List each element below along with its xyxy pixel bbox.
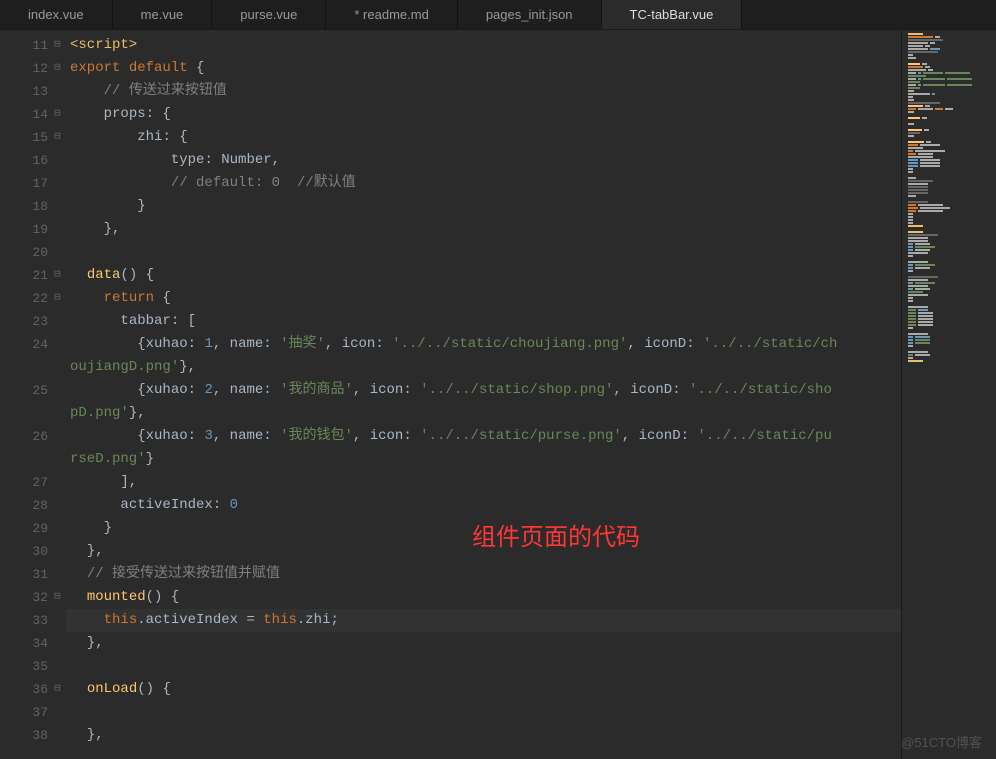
code-line[interactable]: {xuhao: 1, name: '抽奖', icon: '../../stat… — [66, 333, 901, 356]
code-editor[interactable]: 1112131415161718192021222324252627282930… — [0, 30, 901, 759]
fold-gutter[interactable]: ⊟⊟⊟⊟⊟⊟⊟⊟ — [54, 30, 66, 759]
code-line[interactable]: mounted() { — [66, 586, 901, 609]
code-line[interactable]: <script> — [66, 34, 901, 57]
tab[interactable]: TC-tabBar.vue — [602, 0, 743, 29]
code-line[interactable]: }, — [66, 218, 901, 241]
code-line[interactable]: tabbar: [ — [66, 310, 901, 333]
code-area[interactable]: <script>export default { // 传送过来按钮值 prop… — [66, 30, 901, 759]
code-line[interactable] — [66, 241, 901, 264]
code-line[interactable]: data() { — [66, 264, 901, 287]
code-line[interactable]: zhi: { — [66, 126, 901, 149]
code-line[interactable]: activeIndex: 0 — [66, 494, 901, 517]
code-line[interactable] — [66, 655, 901, 678]
code-line[interactable]: // 接受传送过来按钮值并赋值 — [66, 563, 901, 586]
code-line[interactable]: }, — [66, 724, 901, 747]
tab[interactable]: purse.vue — [212, 0, 326, 29]
code-line[interactable]: oujiangD.png'}, — [66, 356, 901, 379]
code-line[interactable]: {xuhao: 3, name: '我的钱包', icon: '../../st… — [66, 425, 901, 448]
tab[interactable]: pages_init.json — [458, 0, 602, 29]
tab[interactable]: * readme.md — [326, 0, 457, 29]
code-line[interactable]: pD.png'}, — [66, 402, 901, 425]
code-line[interactable]: // 传送过来按钮值 — [66, 80, 901, 103]
code-line[interactable]: type: Number, — [66, 149, 901, 172]
editor-tabs: index.vueme.vuepurse.vue* readme.mdpages… — [0, 0, 996, 30]
code-line[interactable]: } — [66, 195, 901, 218]
code-line[interactable]: }, — [66, 540, 901, 563]
tab[interactable]: me.vue — [113, 0, 213, 29]
code-line[interactable]: // default: 0 //默认值 — [66, 172, 901, 195]
code-line[interactable] — [66, 701, 901, 724]
code-line[interactable]: }, — [66, 632, 901, 655]
code-line[interactable]: rseD.png'} — [66, 448, 901, 471]
code-line[interactable]: props: { — [66, 103, 901, 126]
code-line[interactable]: onLoad() { — [66, 678, 901, 701]
code-line[interactable]: this.activeIndex = this.zhi; — [66, 609, 901, 632]
code-line[interactable]: export default { — [66, 57, 901, 80]
code-line[interactable]: return { — [66, 287, 901, 310]
code-line[interactable]: } — [66, 517, 901, 540]
line-gutter: 1112131415161718192021222324252627282930… — [0, 30, 54, 759]
tab[interactable]: index.vue — [0, 0, 113, 29]
code-line[interactable]: ], — [66, 471, 901, 494]
code-line[interactable]: {xuhao: 2, name: '我的商品', icon: '../../st… — [66, 379, 901, 402]
watermark: @51CTO博客 — [901, 732, 982, 751]
minimap[interactable] — [901, 30, 996, 759]
editor-wrap: 1112131415161718192021222324252627282930… — [0, 30, 996, 759]
